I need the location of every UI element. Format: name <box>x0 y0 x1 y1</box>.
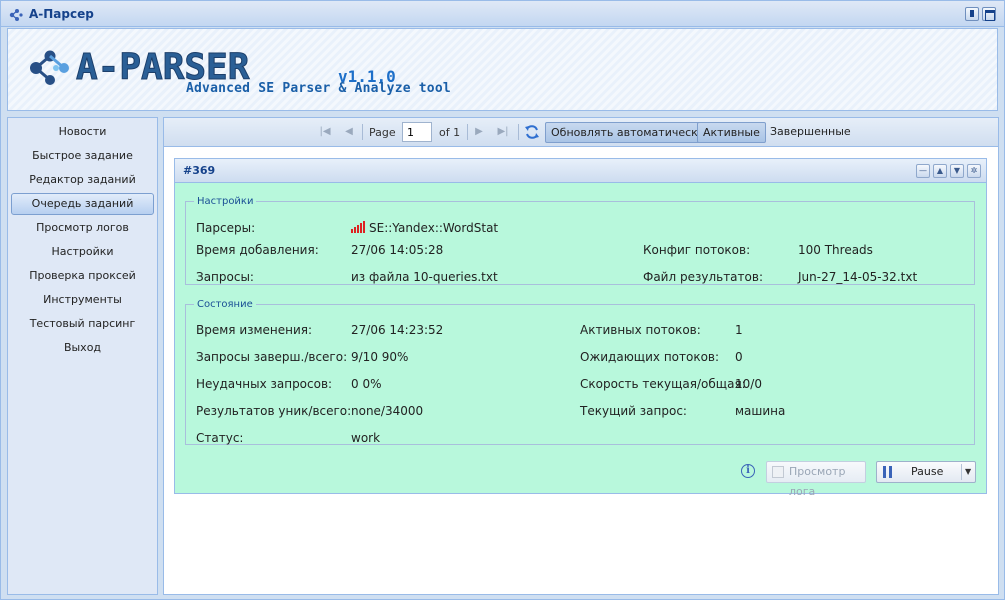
threads-config-value: 100 Threads <box>798 243 873 257</box>
split-divider <box>961 464 962 480</box>
pause-label: Pause <box>911 465 944 478</box>
settings-fieldset: Настройки Парсеры: SE::Yandex::WordStat … <box>185 196 975 285</box>
tab-finished[interactable]: Завершенные <box>765 122 856 143</box>
queries-done-value: 9/10 90% <box>351 350 409 364</box>
gear-icon[interactable]: ✲ <box>967 164 981 178</box>
waiting-threads-label: Ожидающих потоков: <box>580 350 720 364</box>
waiting-threads-value: 0 <box>735 350 743 364</box>
minimize-icon[interactable]: — <box>916 164 930 178</box>
page-count-label: of 1 <box>439 126 461 139</box>
info-icon[interactable]: i <box>741 464 755 478</box>
toolbar-separator <box>518 124 519 140</box>
results-label: Результатов уник/всего: <box>196 404 352 418</box>
pin-icon[interactable] <box>965 7 979 21</box>
logo-tagline: Advanced SE Parser & Analyze tool <box>186 81 451 96</box>
title-bar: A-Парсер <box>1 1 1004 27</box>
active-threads-value: 1 <box>735 323 743 337</box>
sidebar-item[interactable]: Просмотр логов <box>11 216 154 240</box>
threads-config-label: Конфиг потоков: <box>643 243 751 257</box>
job-title: #369 <box>183 164 216 177</box>
toolbar-separator <box>467 124 468 140</box>
move-up-icon[interactable]: ▲ <box>933 164 947 178</box>
main-panel: |◀ ◀ Page of 1 ▶ ▶| Обновлять автоматиче… <box>163 117 999 595</box>
speed-label: Скорость текущая/общая: <box>580 377 746 391</box>
parsers-value: SE::Yandex::WordStat <box>351 221 498 235</box>
settings-legend: Настройки <box>197 196 254 207</box>
job-panel: #369 — ▲ ▼ ✲ Настройки Парсеры: SE::Yand… <box>174 158 987 498</box>
sidebar-item[interactable]: Новости <box>11 120 154 144</box>
results-value: none/34000 <box>351 404 424 418</box>
app-logo-icon <box>9 9 23 21</box>
view-log-button[interactable]: Просмотр лога <box>766 461 866 498</box>
parsers-label: Парсеры: <box>196 221 256 235</box>
toolbar-separator <box>362 124 363 140</box>
prev-page-icon[interactable]: ◀ <box>342 125 356 139</box>
pause-button[interactable]: Pause ▼ <box>876 461 976 483</box>
sidebar-nav: Новости Быстрое задание Редактор заданий Оч… <box>8 118 157 360</box>
window-title: A-Парсер <box>29 7 94 21</box>
changed-label: Время изменения: <box>196 323 313 337</box>
current-query-label: Текущий запрос: <box>580 404 687 418</box>
app-logo: A-PARSER v1.1.0 <box>30 47 396 86</box>
move-down-icon[interactable]: ▼ <box>950 164 964 178</box>
app-window: A-Парсер A-PARSER v1.1.0 Advanced SE Par… <box>0 0 1005 600</box>
status-value: work <box>351 431 381 445</box>
added-label: Время добавления: <box>196 243 319 257</box>
sidebar-item[interactable]: Очередь заданий <box>11 193 154 215</box>
result-file-label: Файл результатов: <box>643 270 763 284</box>
changed-value: 27/06 14:23:52 <box>351 323 444 337</box>
pause-icon <box>883 466 893 478</box>
state-legend: Состояние <box>197 299 253 310</box>
paging-toolbar: |◀ ◀ Page of 1 ▶ ▶| Обновлять автоматиче… <box>164 118 998 147</box>
next-page-icon[interactable]: ▶ <box>472 125 486 139</box>
sidebar: Новости Быстрое задание Редактор заданий Оч… <box>7 117 158 595</box>
sidebar-item[interactable]: Настройки <box>11 240 154 264</box>
log-icon <box>772 466 784 478</box>
status-label: Статус: <box>196 431 244 445</box>
view-log-label: Просмотр лога <box>789 465 846 498</box>
sidebar-item[interactable]: Инструменты <box>11 288 154 312</box>
result-file-value: Jun-27_14-05-32.txt <box>798 270 918 284</box>
queries-value: из файла 10-queries.txt <box>351 270 498 284</box>
sidebar-item[interactable]: Редактор заданий <box>11 168 154 192</box>
app-header: A-PARSER v1.1.0 Advanced SE Parser & Ana… <box>7 28 998 111</box>
sidebar-item[interactable]: Быстрое задание <box>11 144 154 168</box>
sidebar-item[interactable]: Тестовый парсинг <box>11 312 154 336</box>
job-header: #369 — ▲ ▼ ✲ <box>175 159 986 183</box>
maximize-icon[interactable] <box>982 7 996 21</box>
queries-label: Запросы: <box>196 270 254 284</box>
state-fieldset: Состояние Время изменения: 27/06 14:23:5… <box>185 299 975 445</box>
page-label: Page <box>369 126 396 139</box>
page-number-input[interactable] <box>402 122 432 142</box>
chevron-down-icon[interactable]: ▼ <box>965 462 971 482</box>
active-threads-label: Активных потоков: <box>580 323 701 337</box>
auto-refresh-toggle[interactable]: Обновлять автоматически <box>545 122 711 143</box>
refresh-icon[interactable] <box>524 124 540 140</box>
sidebar-item[interactable]: Проверка проксей <box>11 264 154 288</box>
added-value: 27/06 14:05:28 <box>351 243 444 257</box>
failed-value: 0 0% <box>351 377 382 391</box>
failed-label: Неудачных запросов: <box>196 377 333 391</box>
tab-active[interactable]: Активные <box>697 122 766 143</box>
sidebar-item[interactable]: Выход <box>11 336 154 360</box>
first-page-icon[interactable]: |◀ <box>318 125 332 139</box>
speed-value: 10/0 <box>735 377 762 391</box>
wordstat-icon <box>351 221 365 233</box>
current-query-value: машина <box>735 404 786 418</box>
logo-mark-icon <box>30 50 69 85</box>
parser-name: SE::Yandex::WordStat <box>369 221 499 235</box>
queries-done-label: Запросы заверш./всего: <box>196 350 348 364</box>
last-page-icon[interactable]: ▶| <box>496 125 510 139</box>
